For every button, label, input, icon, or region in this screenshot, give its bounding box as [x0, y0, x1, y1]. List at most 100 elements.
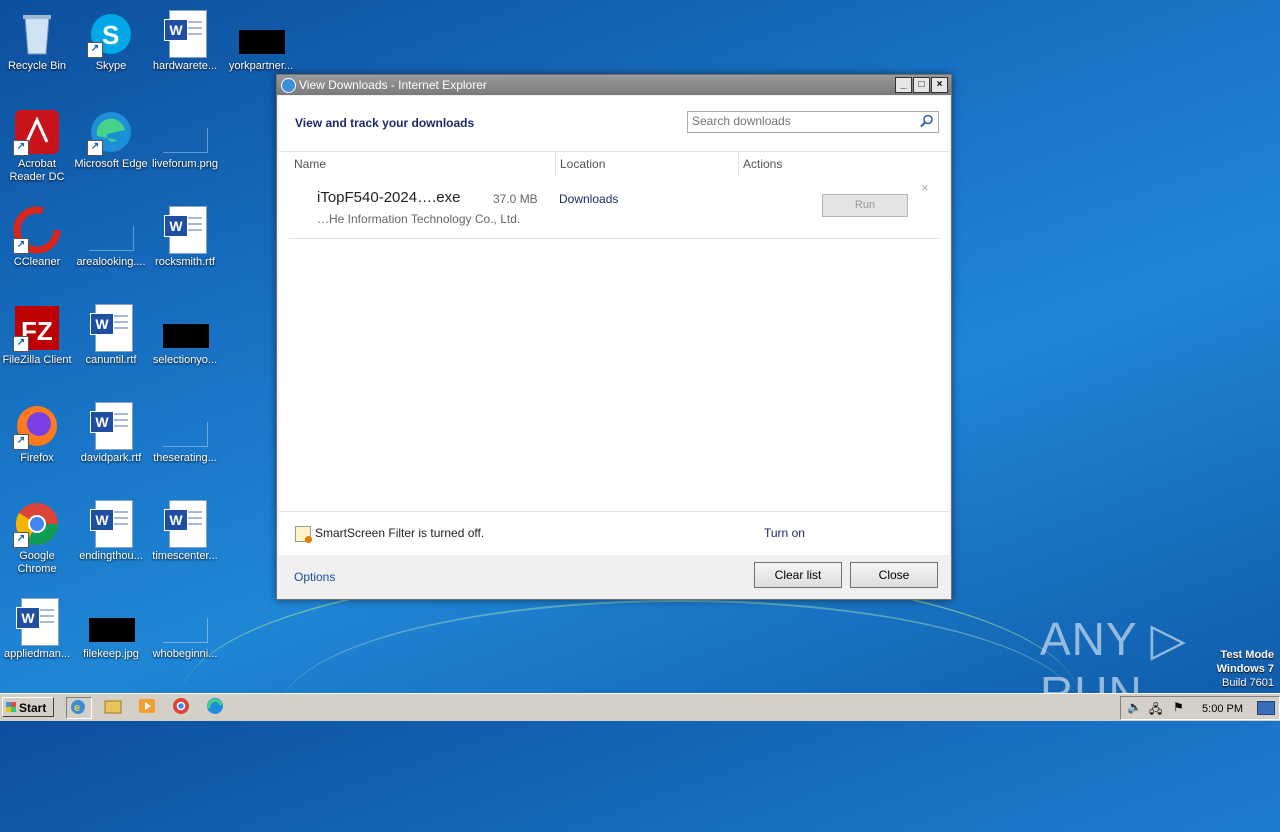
test-mode-notice: Test Mode Windows 7 Build 7601: [1217, 648, 1274, 690]
desktop-icon-label: canuntil.rtf: [85, 354, 137, 366]
desktop-icon-rocksmith[interactable]: W rocksmith.rtf: [148, 202, 222, 292]
desktop-icon-skype[interactable]: S ↗ Skype: [74, 6, 148, 96]
clock[interactable]: 5:00 PM: [1202, 703, 1243, 715]
show-desktop-icon[interactable]: [1257, 701, 1275, 715]
desktop-icon-label: theserating...: [153, 452, 217, 464]
blank-file-icon: [161, 402, 209, 450]
downloads-content: View and track your downloads Name Locat…: [279, 96, 949, 555]
desktop-icon-timescenter[interactable]: W timescenter...: [148, 496, 222, 586]
taskbar-explorer-icon[interactable]: [102, 697, 126, 717]
divider: [279, 151, 949, 152]
divider: [279, 511, 949, 512]
window-titlebar[interactable]: View Downloads - Internet Explorer _ □ ×: [277, 75, 951, 95]
desktop-icon-label: arealooking....: [76, 256, 146, 268]
desktop-icon-label: appliedman...: [3, 648, 71, 660]
window-title: View Downloads - Internet Explorer: [299, 78, 487, 92]
desktop-icon-label: hardwarete...: [152, 60, 218, 72]
download-location-link[interactable]: Downloads: [559, 192, 618, 206]
start-button[interactable]: Start: [2, 697, 54, 717]
desktop-icon-label: selectionyo...: [152, 354, 218, 366]
divider: [289, 238, 939, 239]
desktop-icon-canuntil[interactable]: W canuntil.rtf: [74, 300, 148, 390]
word-document-icon: W: [13, 598, 61, 646]
desktop-icon-label: liveforum.png: [151, 158, 219, 170]
desktop-icon-liveforum[interactable]: liveforum.png: [148, 104, 222, 194]
turn-on-link[interactable]: Turn on: [764, 526, 805, 540]
desktop-icon-label: FileZilla Client: [2, 354, 72, 366]
column-divider: [555, 152, 556, 176]
desktop-icon-acrobat[interactable]: ↗ Acrobat Reader DC: [0, 104, 74, 194]
minimize-button[interactable]: _: [895, 77, 912, 93]
search-input[interactable]: [688, 112, 916, 130]
windows-logo-icon: [6, 702, 16, 712]
shortcut-arrow-icon: ↗: [87, 42, 103, 58]
action-center-flag-icon[interactable]: ⚑: [1173, 700, 1184, 714]
svg-text:e: e: [74, 702, 80, 714]
desktop-icon-appliedman[interactable]: W appliedman...: [0, 594, 74, 684]
desktop-icon-whobeginni[interactable]: whobeginni...: [148, 594, 222, 684]
options-link[interactable]: Options: [294, 570, 335, 584]
view-downloads-window: View Downloads - Internet Explorer _ □ ×…: [276, 74, 952, 600]
shortcut-arrow-icon: ↗: [13, 532, 29, 548]
desktop-icon-label: Acrobat Reader DC: [9, 158, 65, 183]
desktop-icon-selectionyo[interactable]: selectionyo...: [148, 300, 222, 390]
desktop-icon-edge[interactable]: ↗ Microsoft Edge: [74, 104, 148, 194]
word-document-icon: W: [161, 206, 209, 254]
clear-list-button[interactable]: Clear list: [754, 562, 842, 588]
shortcut-arrow-icon: ↗: [87, 140, 103, 156]
search-box: [687, 111, 939, 133]
desktop-icon-recycle-bin[interactable]: Recycle Bin: [0, 6, 74, 96]
taskbar-ie-icon[interactable]: e: [66, 697, 92, 719]
desktop-icon-filekeep[interactable]: filekeep.jpg: [74, 594, 148, 684]
filezilla-icon: FZ ↗: [13, 304, 61, 352]
test-mode-label: Test Mode: [1220, 649, 1274, 661]
desktop-icon-chrome[interactable]: ↗ Google Chrome: [0, 496, 74, 586]
desktop-icon-filezilla[interactable]: FZ ↗ FileZilla Client: [0, 300, 74, 390]
smartscreen-warning-icon: [295, 526, 312, 543]
desktop-icon-label: whobeginni...: [152, 648, 218, 660]
desktop-icon-label: yorkpartner...: [228, 60, 294, 72]
taskbar-chrome-icon[interactable]: [170, 697, 194, 717]
smartscreen-text: SmartScreen Filter is turned off.: [315, 526, 485, 541]
desktop-icon-label: timescenter...: [152, 550, 218, 562]
system-tray: 🔈 🖧 ⚑ 5:00 PM: [1120, 696, 1280, 720]
volume-icon[interactable]: 🔈: [1127, 700, 1142, 714]
shortcut-arrow-icon: ↗: [13, 336, 29, 352]
desktop-icon-ccleaner[interactable]: ↗ CCleaner: [0, 202, 74, 292]
network-icon[interactable]: 🖧: [1149, 700, 1162, 721]
download-publisher: …He Information Technology Co., Ltd.: [317, 212, 521, 226]
desktop-icon-firefox[interactable]: ↗ Firefox: [0, 398, 74, 488]
desktop-icon-endingthou[interactable]: W endingthou...: [74, 496, 148, 586]
search-icon[interactable]: [920, 114, 934, 128]
firefox-icon: ↗: [13, 402, 61, 450]
desktop-icon-label: Skype: [95, 60, 127, 72]
window-footer: Options Clear list Close: [277, 555, 951, 599]
close-window-button[interactable]: ×: [931, 77, 948, 93]
desktop-icon-hardwarete[interactable]: W hardwarete...: [148, 6, 222, 96]
desktop-icon-theserating[interactable]: theserating...: [148, 398, 222, 488]
desktop-icon-label: Firefox: [20, 452, 54, 464]
column-header-actions: Actions: [743, 157, 783, 171]
desktop-icon-arealooking[interactable]: arealooking....: [74, 202, 148, 292]
download-filename[interactable]: iTopF540-2024….exe: [317, 189, 460, 206]
image-file-icon: [161, 304, 209, 352]
download-size: 37.0 MB: [493, 192, 538, 206]
run-button[interactable]: Run: [822, 194, 908, 217]
desktop-icon-label: filekeep.jpg: [83, 648, 139, 660]
column-header-name[interactable]: Name: [294, 157, 326, 171]
taskbar-edge-icon[interactable]: [204, 697, 228, 717]
taskbar-media-player-icon[interactable]: [136, 697, 160, 717]
desktop-icon-label: davidpark.rtf: [80, 452, 142, 464]
shortcut-arrow-icon: ↗: [13, 238, 29, 254]
image-file-icon: [237, 10, 285, 58]
desktop-icon-davidpark[interactable]: W davidpark.rtf: [74, 398, 148, 488]
desktop-icon-label: endingthou...: [79, 550, 143, 562]
edge-icon: ↗: [87, 108, 135, 156]
blank-file-icon: [161, 108, 209, 156]
column-header-location[interactable]: Location: [560, 157, 605, 171]
close-button[interactable]: Close: [850, 562, 938, 588]
maximize-button[interactable]: □: [913, 77, 930, 93]
build-label: Build 7601: [1222, 677, 1274, 689]
desktop-icon-label: rocksmith.rtf: [155, 256, 215, 268]
remove-download-icon[interactable]: ×: [921, 180, 929, 195]
